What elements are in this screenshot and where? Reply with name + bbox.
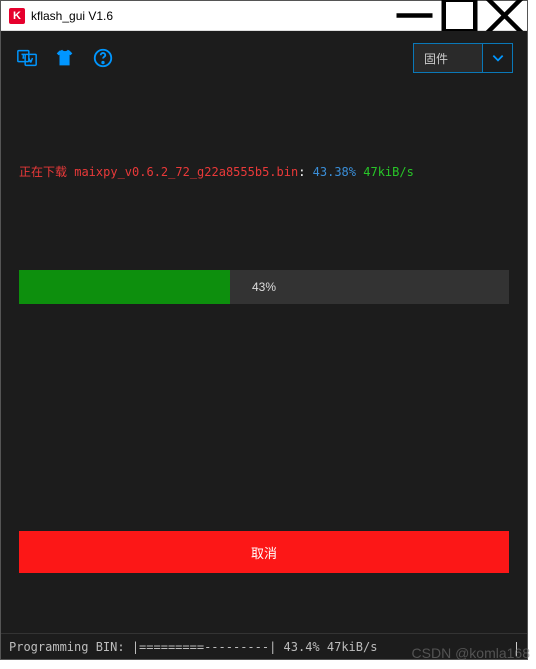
app-icon: K xyxy=(9,8,25,24)
progress-container: 43% xyxy=(19,270,509,304)
help-icon[interactable] xyxy=(91,46,115,70)
progress-bar: 43% xyxy=(19,270,509,304)
cancel-button[interactable]: 取消 xyxy=(19,531,509,573)
status-speed: 47kiB/s xyxy=(356,165,414,179)
tshirt-icon[interactable] xyxy=(53,46,77,70)
status-prefix: 正在下载 xyxy=(19,165,74,179)
client-area: 固件 正在下载 maixpy_v0.6.2_72_g22a8555b5.bin:… xyxy=(1,31,527,659)
chevron-down-icon xyxy=(482,44,512,72)
status-colon: : xyxy=(298,165,312,179)
progress-label: 43% xyxy=(19,270,509,304)
minimize-button[interactable] xyxy=(392,1,437,30)
firmware-dropdown[interactable]: 固件 xyxy=(413,43,513,73)
app-window: K kflash_gui V1.6 xyxy=(0,0,528,660)
statusbar: Programming BIN: |=========---------| 43… xyxy=(1,633,527,659)
content-area: 正在下载 maixpy_v0.6.2_72_g22a8555b5.bin: 43… xyxy=(1,85,527,633)
download-status: 正在下载 maixpy_v0.6.2_72_g22a8555b5.bin: 43… xyxy=(19,163,509,180)
language-icon[interactable] xyxy=(15,46,39,70)
dropdown-label: 固件 xyxy=(414,50,482,67)
status-filename: maixpy_v0.6.2_72_g22a8555b5.bin xyxy=(74,165,298,179)
maximize-button[interactable] xyxy=(437,1,482,30)
status-percent: 43.38% xyxy=(313,165,356,179)
titlebar: K kflash_gui V1.6 xyxy=(1,1,527,31)
statusbar-text: Programming BIN: |=========---------| 43… xyxy=(9,640,377,654)
window-title: kflash_gui V1.6 xyxy=(31,9,392,23)
close-button[interactable] xyxy=(482,1,527,30)
toolbar: 固件 xyxy=(1,31,527,85)
cancel-container: 取消 xyxy=(19,531,509,573)
window-controls xyxy=(392,1,527,30)
